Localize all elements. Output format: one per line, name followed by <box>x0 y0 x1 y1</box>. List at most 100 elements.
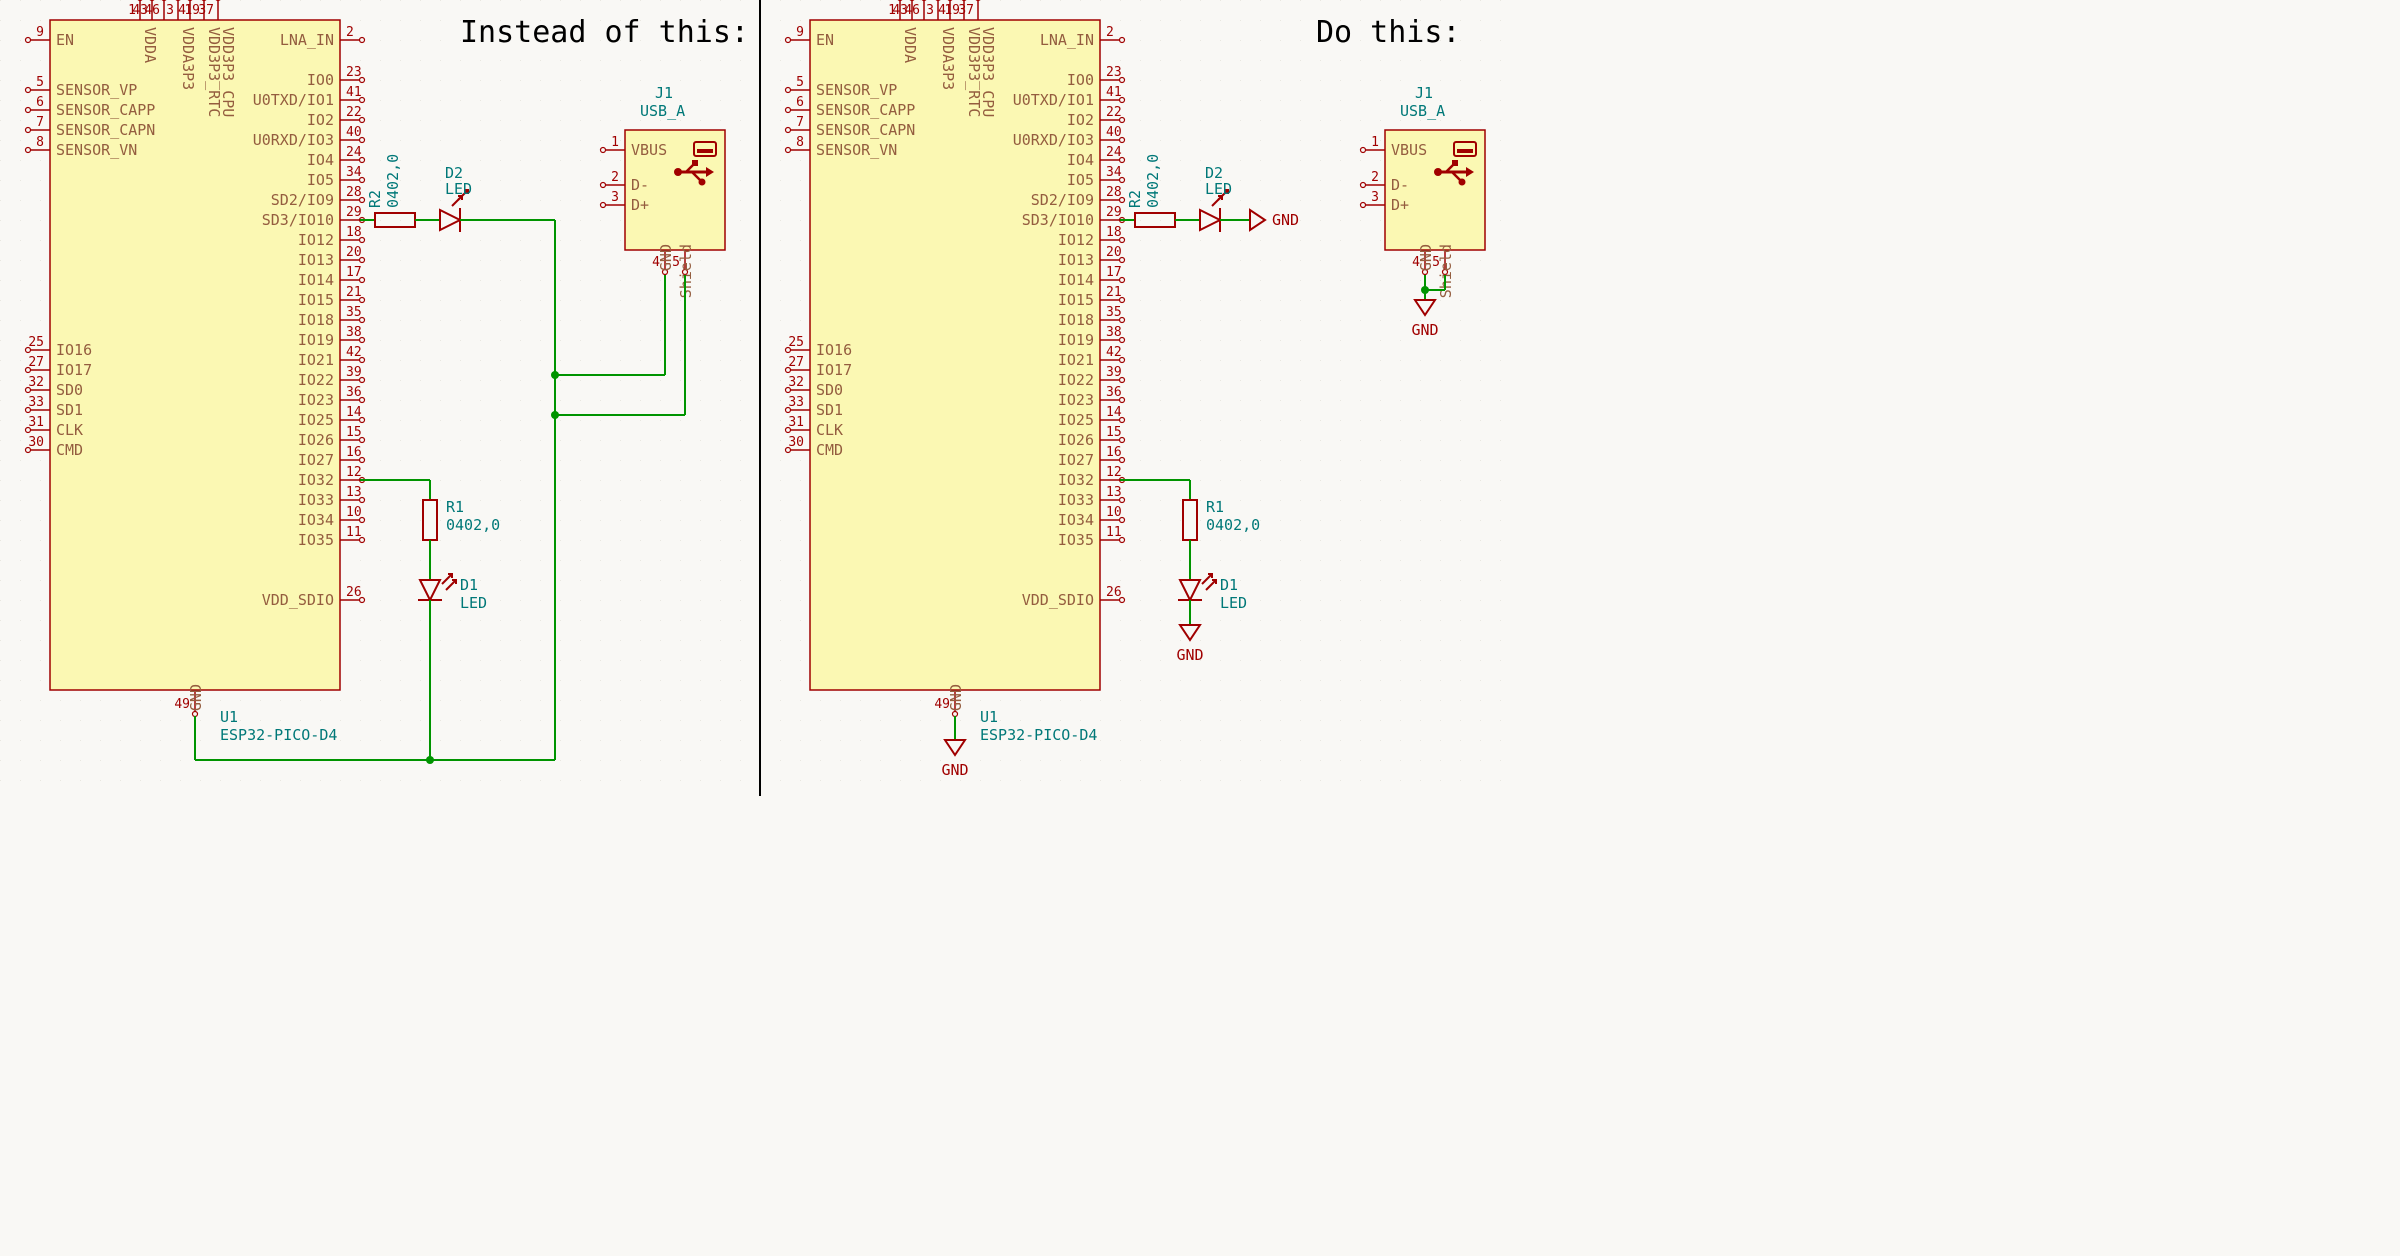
svg-text:13: 13 <box>1106 485 1122 500</box>
svg-text:6: 6 <box>36 95 44 110</box>
svg-text:D1: D1 <box>1220 576 1238 594</box>
svg-text:IO16: IO16 <box>816 341 852 359</box>
svg-text:SENSOR_CAPP: SENSOR_CAPP <box>816 101 915 119</box>
svg-text:D-: D- <box>631 176 649 194</box>
svg-text:30: 30 <box>28 435 44 450</box>
svg-text:IO18: IO18 <box>298 311 334 329</box>
svg-text:29: 29 <box>1106 205 1122 220</box>
svg-text:24: 24 <box>346 145 362 160</box>
svg-text:IO5: IO5 <box>1067 171 1094 189</box>
svg-text:VDDA3P3: VDDA3P3 <box>939 27 957 90</box>
svg-text:IO34: IO34 <box>1058 511 1094 529</box>
svg-text:IO23: IO23 <box>1058 391 1094 409</box>
svg-text:IO12: IO12 <box>1058 231 1094 249</box>
svg-text:J1: J1 <box>1415 84 1433 102</box>
svg-text:USB_A: USB_A <box>640 102 685 120</box>
svg-text:26: 26 <box>1106 585 1122 600</box>
svg-text:IO14: IO14 <box>1058 271 1094 289</box>
svg-text:32: 32 <box>28 375 44 390</box>
svg-text:GND: GND <box>1272 211 1299 229</box>
svg-text:23: 23 <box>346 65 362 80</box>
svg-text:IO34: IO34 <box>298 511 334 529</box>
svg-text:28: 28 <box>346 185 362 200</box>
svg-text:R2: R2 <box>366 190 384 208</box>
svg-text:13: 13 <box>346 485 362 500</box>
svg-text:SD1: SD1 <box>56 401 83 419</box>
svg-text:VDD3P3_CPU: VDD3P3_CPU <box>219 27 237 117</box>
svg-text:GND: GND <box>947 684 965 711</box>
svg-text:35: 35 <box>1106 305 1122 320</box>
svg-text:IO35: IO35 <box>298 531 334 549</box>
title-left: Instead of this: <box>460 15 749 50</box>
svg-text:31: 31 <box>28 415 44 430</box>
svg-text:U0TXD/IO1: U0TXD/IO1 <box>253 91 334 109</box>
svg-text:GND: GND <box>941 761 968 779</box>
svg-text:3: 3 <box>1371 190 1379 205</box>
svg-text:IO32: IO32 <box>298 471 334 489</box>
svg-text:U1: U1 <box>220 708 238 726</box>
svg-text:40: 40 <box>1106 125 1122 140</box>
svg-text:42: 42 <box>1106 345 1122 360</box>
svg-text:IO19: IO19 <box>298 331 334 349</box>
svg-text:SD0: SD0 <box>56 381 83 399</box>
svg-text:IO2: IO2 <box>1067 111 1094 129</box>
svg-text:25: 25 <box>788 335 804 350</box>
svg-text:IO17: IO17 <box>56 361 92 379</box>
svg-text:31: 31 <box>788 415 804 430</box>
svg-text:22: 22 <box>1106 105 1122 120</box>
svg-text:34: 34 <box>1106 165 1122 180</box>
svg-text:VDD_SDIO: VDD_SDIO <box>1022 591 1094 609</box>
svg-text:SD3/IO10: SD3/IO10 <box>262 211 334 229</box>
svg-text:39: 39 <box>1106 365 1122 380</box>
title-right: Do this: <box>1316 15 1461 50</box>
svg-text:SD2/IO9: SD2/IO9 <box>1031 191 1094 209</box>
svg-text:IO26: IO26 <box>298 431 334 449</box>
svg-text:IO26: IO26 <box>1058 431 1094 449</box>
svg-text:VBUS: VBUS <box>1391 141 1427 159</box>
svg-text:6: 6 <box>796 95 804 110</box>
svg-text:U0RXD/IO3: U0RXD/IO3 <box>1013 131 1094 149</box>
svg-text:USB_A: USB_A <box>1400 102 1445 120</box>
svg-text:IO27: IO27 <box>1058 451 1094 469</box>
svg-text:12: 12 <box>1106 465 1122 480</box>
svg-text:17: 17 <box>346 265 362 280</box>
svg-text:0402,0: 0402,0 <box>1144 154 1162 208</box>
svg-text:32: 32 <box>788 375 804 390</box>
svg-text:3: 3 <box>926 3 934 18</box>
svg-text:11: 11 <box>1106 525 1122 540</box>
svg-text:21: 21 <box>1106 285 1122 300</box>
svg-text:7: 7 <box>796 115 804 130</box>
svg-text:IO2: IO2 <box>307 111 334 129</box>
svg-text:24: 24 <box>1106 145 1122 160</box>
svg-text:35: 35 <box>346 305 362 320</box>
svg-text:27: 27 <box>28 355 44 370</box>
svg-text:IO14: IO14 <box>298 271 334 289</box>
svg-text:8: 8 <box>36 135 44 150</box>
svg-text:5: 5 <box>36 75 44 90</box>
svg-text:IO35: IO35 <box>1058 531 1094 549</box>
svg-text:46: 46 <box>904 3 920 18</box>
svg-text:ESP32-PICO-D4: ESP32-PICO-D4 <box>980 726 1097 744</box>
svg-text:IO4: IO4 <box>307 151 334 169</box>
svg-text:IO13: IO13 <box>298 251 334 269</box>
svg-text:8: 8 <box>796 135 804 150</box>
svg-text:21: 21 <box>346 285 362 300</box>
svg-text:D+: D+ <box>1391 196 1409 214</box>
svg-text:IO21: IO21 <box>1058 351 1094 369</box>
svg-text:IO22: IO22 <box>1058 371 1094 389</box>
svg-text:IO18: IO18 <box>1058 311 1094 329</box>
svg-text:CLK: CLK <box>816 421 843 439</box>
svg-text:IO17: IO17 <box>816 361 852 379</box>
svg-text:18: 18 <box>1106 225 1122 240</box>
svg-text:26: 26 <box>346 585 362 600</box>
svg-text:ESP32-PICO-D4: ESP32-PICO-D4 <box>220 726 337 744</box>
svg-text:CMD: CMD <box>56 441 83 459</box>
svg-text:SENSOR_CAPP: SENSOR_CAPP <box>56 101 155 119</box>
svg-text:12: 12 <box>346 465 362 480</box>
svg-text:33: 33 <box>788 395 804 410</box>
svg-text:CLK: CLK <box>56 421 83 439</box>
schematic-canvas: Instead of this: Do this: 9 EN 5 SENSOR_… <box>0 0 1520 796</box>
svg-text:IO19: IO19 <box>1058 331 1094 349</box>
svg-text:IO27: IO27 <box>298 451 334 469</box>
svg-text:46: 46 <box>144 3 160 18</box>
